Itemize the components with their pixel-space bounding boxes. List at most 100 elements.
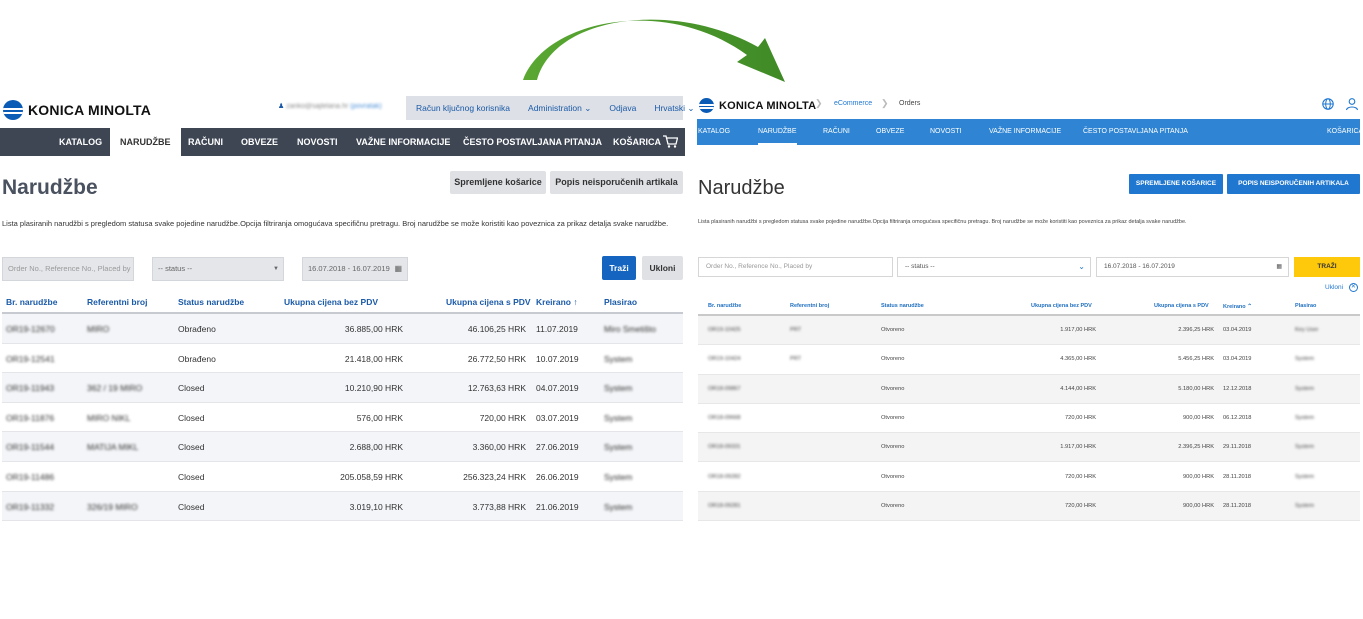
new-clear-button[interactable]: Ukloni ✕ [1325, 283, 1358, 292]
breadcrumb-orders: Orders [899, 100, 921, 107]
order-number-link[interactable]: OR18-09281 [708, 503, 741, 509]
table-row: OR18-09331 Otvoreno 1.917,00 HRK 2.396,25 H… [698, 433, 1360, 463]
order-number-link[interactable]: OR19-11943 [6, 383, 54, 393]
new-col-status[interactable]: Status narudžbe [881, 303, 924, 309]
order-number-link[interactable]: OR18-09331 [708, 444, 741, 450]
old-nav-racuni[interactable]: RAČUNI [188, 128, 223, 156]
new-col-created[interactable]: Kreirano ⌃ [1223, 303, 1252, 310]
old-language-menu[interactable]: Hrvatski ⌄ [654, 103, 694, 114]
order-number-link[interactable]: OR19-11876 [6, 413, 54, 423]
new-nav-novosti[interactable]: NOVOSTI [930, 119, 962, 145]
order-number-link[interactable]: OR19-12541 [6, 354, 55, 364]
old-nav-obveze[interactable]: OBVEZE [241, 128, 278, 156]
order-number-link[interactable]: OR19-10425 [708, 327, 741, 333]
old-col-status[interactable]: Status narudžbe [178, 297, 244, 307]
created-cell: 28.11.2018 [1223, 502, 1252, 509]
new-status-select[interactable]: -- status -- ⌄ [897, 257, 1091, 277]
old-saved-carts-button[interactable]: Spremljene košarice [450, 171, 546, 194]
status-cell: Otvoreno [881, 414, 905, 421]
created-cell: 03.07.2019 [536, 412, 579, 423]
new-col-order-no[interactable]: Br. narudžbe [708, 303, 741, 309]
new-col-net-total[interactable]: Ukupna cijena bez PDV [1031, 303, 1092, 309]
new-col-placed-by[interactable]: Plasirao [1295, 303, 1316, 309]
new-main-nav: KATALOG NARUDŽBE RAČUNI OBVEZE NOVOSTI V… [697, 119, 1363, 145]
old-nav-novosti[interactable]: NOVOSTI [297, 128, 338, 156]
new-page-description: Lista plasiranih narudžbi s pregledom st… [698, 219, 1187, 225]
old-logout-link[interactable]: Odjava [609, 103, 636, 113]
net-total-cell: 3.019,10 HRK [349, 501, 403, 512]
new-logo[interactable]: KONICA MINOLTA [699, 98, 816, 113]
old-nav-narudzbe[interactable]: NARUDŽBE [110, 128, 181, 156]
order-number-link[interactable]: OR19-12670 [6, 324, 55, 334]
new-nav-racuni[interactable]: RAČUNI [823, 119, 850, 145]
new-nav-faq[interactable]: ČESTO POSTAVLJANA PITANJA [1083, 119, 1188, 145]
status-cell: Closed [178, 442, 205, 453]
breadcrumb-chevron-icon: ❯ [881, 98, 889, 108]
old-col-order-no[interactable]: Br. narudžbe [6, 297, 57, 307]
old-col-gross-total[interactable]: Ukupna cijena s PDV [446, 297, 531, 307]
breadcrumb-ecommerce[interactable]: eCommerce [834, 100, 872, 107]
old-clear-button[interactable]: Ukloni [642, 256, 683, 280]
order-number-link[interactable]: OR19-10424 [708, 356, 741, 362]
chevron-down-icon: ⌄ [1078, 262, 1085, 271]
sort-up-icon: ⌃ [1247, 304, 1253, 310]
reference-cell: MATIJA MIKL [87, 442, 139, 453]
new-unshipped-items-button[interactable]: POPIS NEISPORUČENIH ARTIKALA [1227, 174, 1360, 194]
gross-total-cell: 900,00 HRK [1183, 414, 1214, 421]
old-top-menu: Račun ključnog korisnika Administration … [406, 96, 695, 120]
placed-by-cell: System [604, 472, 633, 482]
new-orders-page: KONICA MINOLTA ❯ eCommerce ❯ Orders KATA… [697, 96, 1363, 526]
old-nav-katalog[interactable]: KATALOG [59, 128, 102, 156]
cart-icon[interactable] [662, 134, 678, 149]
new-nav-vazne-informacije[interactable]: VAŽNE INFORMACIJE [989, 119, 1061, 145]
order-number-link[interactable]: OR19-11486 [6, 472, 54, 482]
order-number-link[interactable]: OR18-09867 [708, 386, 741, 392]
order-number-link[interactable]: OR19-11544 [6, 442, 54, 452]
status-cell: Otvoreno [881, 356, 905, 363]
globe-icon[interactable] [1321, 97, 1335, 111]
new-nav-kosarica[interactable]: KOŠARICA [1327, 119, 1363, 145]
old-col-reference[interactable]: Referentni broj [87, 297, 147, 307]
old-unshipped-items-button[interactable]: Popis neisporučenih artikala [550, 171, 683, 194]
reference-cell: MIRO [87, 324, 110, 334]
new-col-gross-total[interactable]: Ukupna cijena s PDV [1154, 303, 1209, 309]
old-page-title: Narudžbe [2, 176, 98, 199]
new-search-input[interactable]: Order No., Reference No., Placed by [698, 257, 893, 277]
new-col-reference[interactable]: Referentni broj [790, 303, 829, 309]
old-nav-faq[interactable]: ČESTO POSTAVLJANA PITANJA [463, 128, 602, 156]
order-number-link[interactable]: OR19-11332 [6, 502, 54, 512]
user-icon[interactable] [1345, 97, 1359, 111]
old-nav-vazne-informacije[interactable]: VAŽNE INFORMACIJE [356, 128, 450, 156]
old-administration-menu[interactable]: Administration ⌄ [528, 103, 591, 114]
status-cell: Otvoreno [881, 502, 905, 509]
new-saved-carts-button[interactable]: SPREMLJENE KOŠARICE [1129, 174, 1223, 194]
order-number-link[interactable]: OR18-09668 [708, 415, 741, 421]
old-logo[interactable]: KONICA MINOLTA [3, 100, 151, 120]
old-date-range-input[interactable]: 16.07.2018 - 16.07.2019 ▦ [302, 257, 408, 281]
old-search-button[interactable]: Traži [602, 256, 636, 280]
gross-total-cell: 3.360,00 HRK [472, 442, 526, 453]
old-col-net-total[interactable]: Ukupna cijena bez PDV [284, 297, 378, 307]
old-nav-kosarica[interactable]: KOŠARICA [613, 128, 661, 156]
old-col-placed-by[interactable]: Plasirao [604, 297, 637, 307]
new-nav-katalog[interactable]: KATALOG [698, 119, 730, 145]
old-col-created[interactable]: Kreirano ↑ [536, 297, 578, 307]
table-row: OR19-11544 MATIJA MIKL Closed 2.688,00 HRK 3… [2, 432, 683, 462]
new-date-range-input[interactable]: 16.07.2018 - 16.07.2019 ▦ [1096, 257, 1289, 277]
old-user-role[interactable]: (povratak) [350, 103, 382, 110]
gross-total-cell: 5.456,25 HRK [1178, 356, 1214, 363]
old-status-select[interactable]: -- status -- ▼ [152, 257, 284, 281]
new-nav-obveze[interactable]: OBVEZE [876, 119, 904, 145]
old-search-input[interactable]: Order No., Reference No., Placed by [2, 257, 134, 281]
placed-by-cell: System [604, 501, 633, 512]
new-search-button[interactable]: TRAŽI [1294, 257, 1360, 277]
table-row: OR19-11876 MIRO NIKL Closed 576,00 HRK 720,0… [2, 403, 683, 433]
order-number-link[interactable]: OR18-09282 [708, 474, 741, 480]
gross-total-cell: 2.396,25 HRK [1178, 327, 1214, 333]
breadcrumb-chevron-icon: ❯ [815, 98, 823, 108]
new-clear-label: Ukloni [1325, 284, 1344, 292]
new-nav-narudzbe[interactable]: NARUDŽBE [758, 119, 797, 145]
konica-logo-icon [699, 98, 714, 113]
net-total-cell: 205.058,59 HRK [340, 472, 403, 482]
old-key-user-account-link[interactable]: Račun ključnog korisnika [416, 103, 510, 113]
